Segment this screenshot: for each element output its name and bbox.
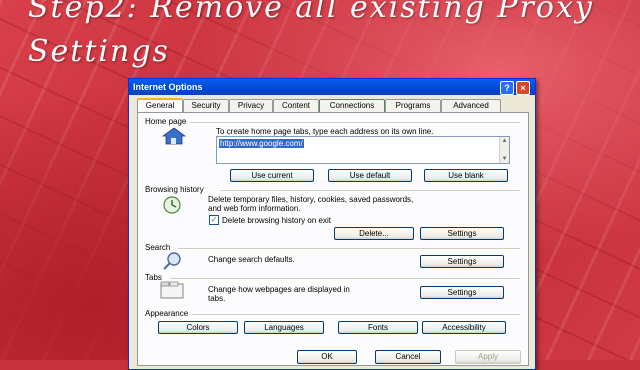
use-blank-button[interactable]: Use blank: [424, 169, 508, 182]
help-button[interactable]: ?: [500, 81, 514, 95]
slide-title-line2: Settings: [28, 34, 170, 69]
browsing-history-description-line2: and web form information.: [208, 204, 301, 213]
tabs-settings-button[interactable]: Settings: [420, 286, 504, 299]
internet-options-dialog: Internet Options ? × General Security Pr…: [128, 78, 536, 370]
languages-button[interactable]: Languages: [244, 321, 324, 334]
tab-connections[interactable]: Connections: [319, 99, 385, 112]
appearance-label: Appearance: [145, 309, 189, 318]
ok-button[interactable]: OK: [297, 350, 357, 364]
appearance-separator: [192, 314, 520, 315]
browsing-history-label: Browsing history: [145, 185, 204, 194]
home-page-url-text: http://www.google.com/: [219, 139, 304, 148]
tab-privacy[interactable]: Privacy: [229, 99, 273, 112]
home-icon: [162, 127, 186, 145]
slide-title: Step2: Remove all existing Proxy Setting…: [28, 0, 594, 74]
cancel-button[interactable]: Cancel: [375, 350, 441, 364]
apply-button[interactable]: Apply: [455, 350, 521, 364]
fonts-button[interactable]: Fonts: [338, 321, 418, 334]
dialog-titlebar: Internet Options ? ×: [129, 79, 535, 95]
tabs-description-line1: Change how webpages are displayed in: [208, 285, 350, 294]
home-page-label: Home page: [145, 117, 187, 126]
tabs-description-line2: tabs.: [208, 294, 226, 303]
accessibility-button[interactable]: Accessibility: [422, 321, 506, 334]
general-tab-panel: Home page To create home page tabs, type…: [137, 112, 529, 366]
browsing-history-separator: [220, 190, 520, 191]
scroll-down-icon[interactable]: ▼: [500, 155, 509, 164]
search-settings-button[interactable]: Settings: [420, 255, 504, 268]
browsing-history-description-line1: Delete temporary files, history, cookies…: [208, 195, 414, 204]
close-button[interactable]: ×: [516, 81, 530, 95]
close-icon: ×: [520, 83, 526, 93]
search-icon: [163, 252, 181, 270]
help-icon: ?: [504, 83, 510, 93]
tab-strip: General Security Privacy Content Connect…: [137, 98, 529, 114]
search-description: Change search defaults.: [208, 255, 295, 264]
url-field-scrollbar[interactable]: ▲ ▼: [499, 137, 509, 163]
tab-programs[interactable]: Programs: [385, 99, 441, 112]
browsing-history-icon: [163, 196, 181, 214]
delete-button[interactable]: Delete...: [334, 227, 414, 240]
tab-advanced[interactable]: Advanced: [441, 99, 501, 112]
delete-history-on-exit-checkbox[interactable]: ✓: [209, 215, 219, 225]
search-separator: [178, 248, 520, 249]
home-page-url-field[interactable]: http://www.google.com/ ▲ ▼: [216, 136, 510, 164]
colors-button[interactable]: Colors: [158, 321, 238, 334]
tab-content[interactable]: Content: [273, 99, 319, 112]
home-page-instruction: To create home page tabs, type each addr…: [216, 127, 434, 136]
slide-title-line1: Step2: Remove all existing Proxy: [28, 0, 594, 25]
delete-history-on-exit-label[interactable]: Delete browsing history on exit: [222, 216, 331, 225]
scroll-up-icon[interactable]: ▲: [500, 137, 509, 146]
use-default-button[interactable]: Use default: [328, 169, 412, 182]
use-current-button[interactable]: Use current: [230, 169, 314, 182]
dialog-title: Internet Options: [133, 82, 203, 92]
home-page-separator: [190, 122, 520, 123]
tabs-separator: [170, 278, 520, 279]
browsing-history-settings-button[interactable]: Settings: [420, 227, 504, 240]
checkmark-icon: ✓: [210, 215, 218, 224]
tab-security[interactable]: Security: [183, 99, 229, 112]
tabs-icon: [160, 281, 184, 299]
